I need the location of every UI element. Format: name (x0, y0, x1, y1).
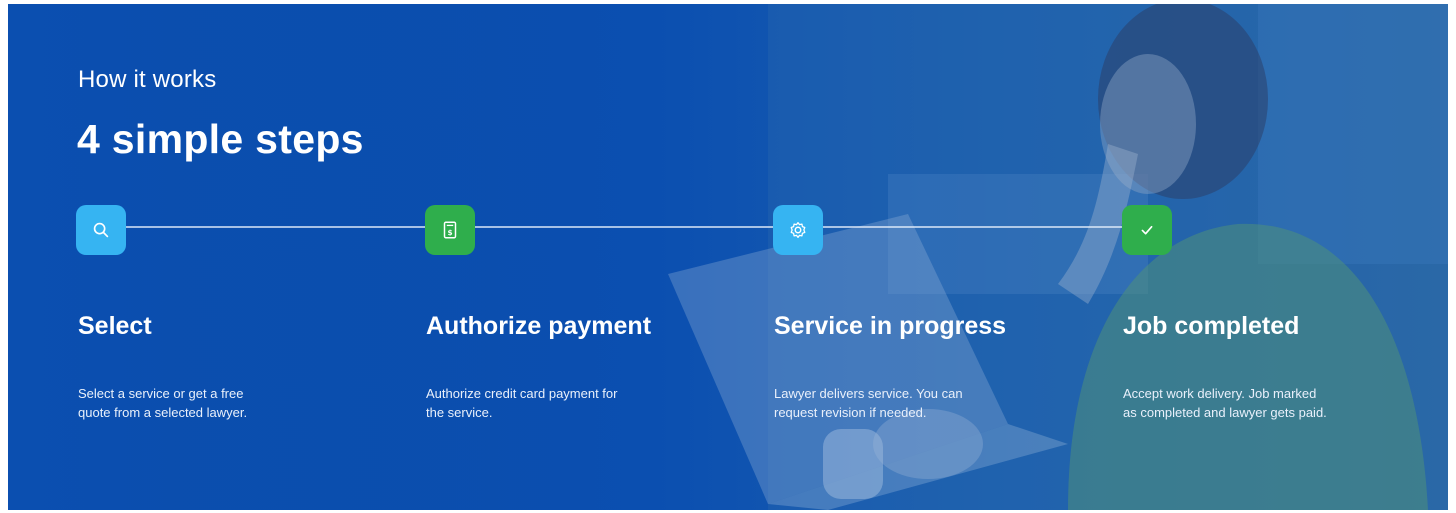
step-progress-description-line-2: request revision if needed. (774, 405, 927, 420)
step-payment-description: Authorize credit card payment for the ser… (426, 384, 686, 422)
step-progress-description: Lawyer delivers service. You can request … (774, 384, 1034, 422)
checkmark-icon (1141, 225, 1153, 235)
step-select-heading: Select (78, 312, 152, 340)
background-photo (8, 4, 1448, 510)
section-eyebrow: How it works (78, 66, 217, 93)
step-progress-heading: Service in progress (774, 312, 1007, 340)
step-payment-description-line-1: Authorize credit card payment for (426, 386, 618, 401)
search-icon (93, 222, 109, 238)
step-select-description-line-1: Select a service or get a free (78, 386, 244, 401)
section-title: 4 simple steps (77, 116, 364, 162)
how-it-works-banner: How it works 4 simple steps Select Selec… (8, 4, 1448, 510)
step-completed-description: Accept work delivery. Job marked as compl… (1123, 384, 1383, 422)
step-select-description-line-2: quote from a selected lawyer. (78, 405, 248, 420)
steps-timeline (100, 226, 1148, 228)
step-payment-heading: Authorize payment (426, 312, 652, 340)
step-progress-description-line-1: Lawyer delivers service. You can (774, 386, 963, 401)
step-payment-description-line-2: the service. (426, 405, 493, 420)
gear-icon (790, 222, 806, 238)
svg-text:$: $ (447, 228, 452, 237)
step-select-description: Select a service or get a free quote from… (78, 384, 338, 422)
step-completed-heading: Job completed (1123, 312, 1300, 340)
step-select-icon-badge (76, 205, 126, 255)
step-completed-icon-badge (1122, 205, 1172, 255)
step-payment-icon-badge: $ (425, 205, 475, 255)
step-completed-description-line-1: Accept work delivery. Job marked (1123, 386, 1317, 401)
step-completed-description-line-2: as completed and lawyer gets paid. (1123, 405, 1327, 420)
invoice-dollar-icon: $ (443, 221, 457, 239)
step-progress-icon-badge (773, 205, 823, 255)
